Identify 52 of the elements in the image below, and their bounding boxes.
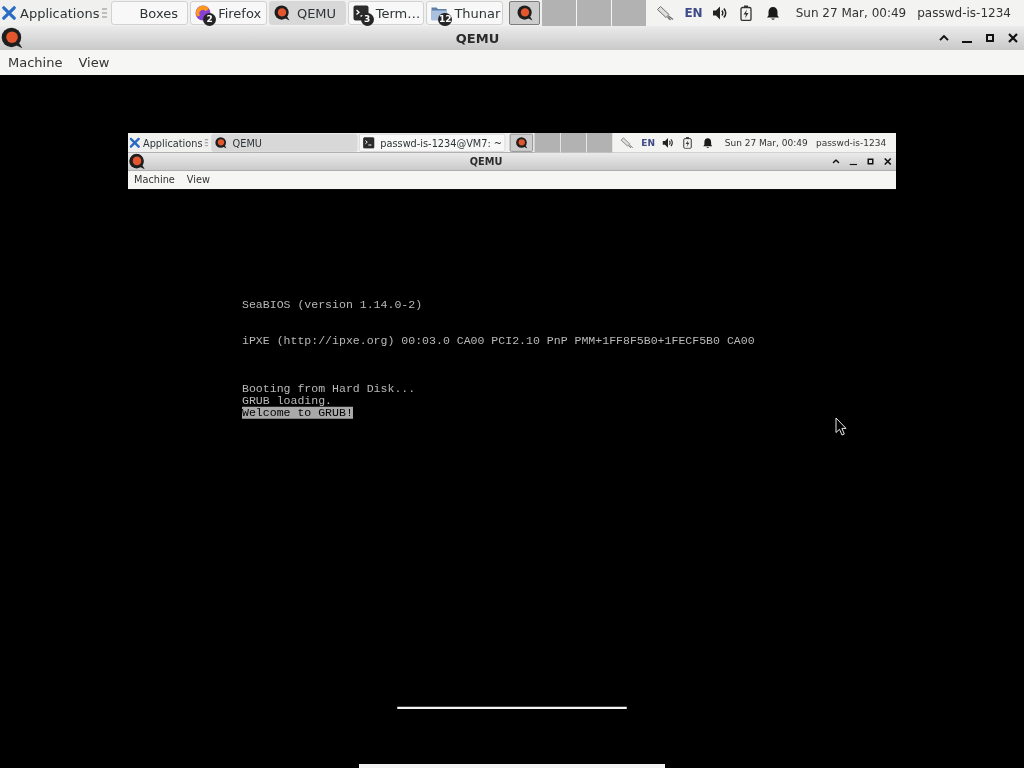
console-line: SeaBIOS (version 1.14.0-2) (242, 298, 423, 311)
clock[interactable]: Sun 27 Mar, 00:49 (795, 6, 907, 20)
launcher-button[interactable] (510, 133, 534, 152)
q-emblem-icon (273, 5, 290, 21)
keyboard-layout-indicator[interactable]: EN (684, 6, 703, 20)
clock[interactable]: Sun 27 Mar, 00:49 (724, 137, 808, 148)
q-emblem-icon (1, 27, 23, 49)
x-logo-icon (2, 6, 16, 20)
maximize-icon (866, 157, 874, 166)
task-button[interactable]: 12 Thunar (426, 1, 504, 25)
console-line: GRUB loading. (242, 394, 333, 407)
task-button[interactable]: Boxes (111, 1, 189, 25)
count-badge: 2 (203, 13, 217, 26)
mouse-pointer-icon (835, 417, 847, 436)
q-emblem-icon (515, 136, 528, 149)
chevron-up-icon (938, 34, 949, 42)
console-line: Booting from Hard Disk... (242, 382, 416, 395)
chevron-up-icon (831, 159, 840, 164)
q-emblem-icon (215, 136, 228, 149)
task-button[interactable]: QEMU (211, 133, 358, 152)
user-name[interactable]: passwd-is-1234 (917, 6, 1011, 20)
terminal-icon (363, 136, 376, 149)
menu-item[interactable]: Machine (128, 170, 181, 190)
task-button[interactable]: QEMU (268, 1, 346, 25)
minimize-icon (961, 40, 972, 43)
battery-icon[interactable] (739, 5, 752, 21)
bell-icon[interactable] (765, 5, 780, 21)
q-emblem-icon (128, 153, 146, 170)
bell-icon[interactable] (702, 137, 713, 149)
task-button[interactable]: 2 Firefox (190, 1, 267, 25)
terminal-icon (352, 5, 369, 21)
menu-item[interactable]: Machine (0, 50, 71, 75)
x-logo-icon (129, 137, 140, 148)
task-button[interactable]: passwd-is-1234@VM7: ~ (359, 133, 506, 152)
applications-menu-button[interactable]: Applications (128, 133, 205, 153)
keyboard-layout-indicator[interactable]: EN (641, 137, 655, 148)
menu-item[interactable]: View (70, 50, 118, 75)
window-title: QEMU (454, 30, 501, 46)
console-line: iPXE (http://ipxe.org) 00:03.0 CA00 PCI2.10 PnP PMM+1FF8F5B0+1FECF5B0 CA00 (242, 334, 755, 347)
speaker-icon[interactable] (711, 6, 727, 20)
launcher-button[interactable] (509, 1, 541, 25)
menu-item[interactable]: View (180, 170, 216, 190)
task-button[interactable]: 3 Term… (347, 1, 425, 25)
user-name[interactable]: passwd-is-1234 (815, 137, 887, 148)
q-emblem-icon (516, 5, 533, 21)
maximize-icon (984, 33, 995, 43)
drag-handle-icon[interactable] (102, 8, 108, 18)
close-icon (883, 157, 892, 166)
applications-menu-button[interactable]: Applications (0, 0, 102, 26)
close-icon (1007, 33, 1018, 43)
minimize-icon (849, 163, 857, 165)
window-title: QEMU (468, 155, 504, 168)
